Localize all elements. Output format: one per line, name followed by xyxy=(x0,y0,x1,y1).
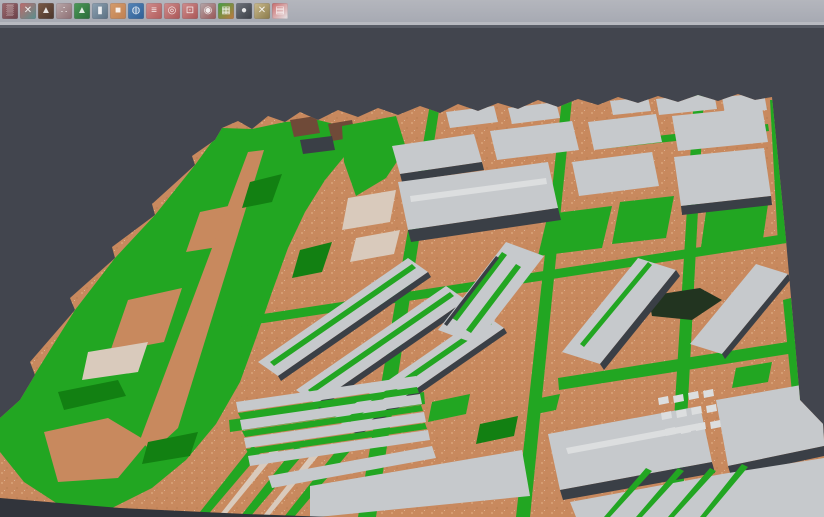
point-cloud-viewport[interactable] xyxy=(0,0,824,517)
dark-sphere-icon[interactable]: ● xyxy=(236,3,252,19)
red-panel-icon[interactable]: ▤ xyxy=(272,3,288,19)
selection-frame-icon[interactable]: ⊡ xyxy=(182,3,198,19)
point-cloud-red-icon[interactable]: ▒ xyxy=(2,3,18,19)
brown-mound-icon[interactable]: ▲ xyxy=(38,3,54,19)
scatter-points-icon[interactable]: ∴ xyxy=(56,3,72,19)
scissors-icon[interactable]: ✕ xyxy=(20,3,36,19)
globe-icon[interactable]: ◍ xyxy=(128,3,144,19)
main-toolbar: ▒✕▲∴▲▮■◍≡◎⊡◉▦●✕▤ xyxy=(0,0,824,22)
column-icon[interactable]: ▮ xyxy=(92,3,108,19)
flag-x-icon[interactable]: ✕ xyxy=(254,3,270,19)
green-terrain-icon[interactable]: ▲ xyxy=(74,3,90,19)
target-icon[interactable]: ◉ xyxy=(200,3,216,19)
red-list-icon[interactable]: ≡ xyxy=(146,3,162,19)
toolbar-divider-dark xyxy=(0,25,824,28)
roof-region xyxy=(674,148,771,206)
application-window: ▒✕▲∴▲▮■◍≡◎⊡◉▦●✕▤ xyxy=(0,0,824,517)
red-ring-icon[interactable]: ◎ xyxy=(164,3,180,19)
orange-square-icon[interactable]: ■ xyxy=(110,3,126,19)
veg-region xyxy=(612,196,674,244)
classification-map-icon[interactable]: ▦ xyxy=(218,3,234,19)
